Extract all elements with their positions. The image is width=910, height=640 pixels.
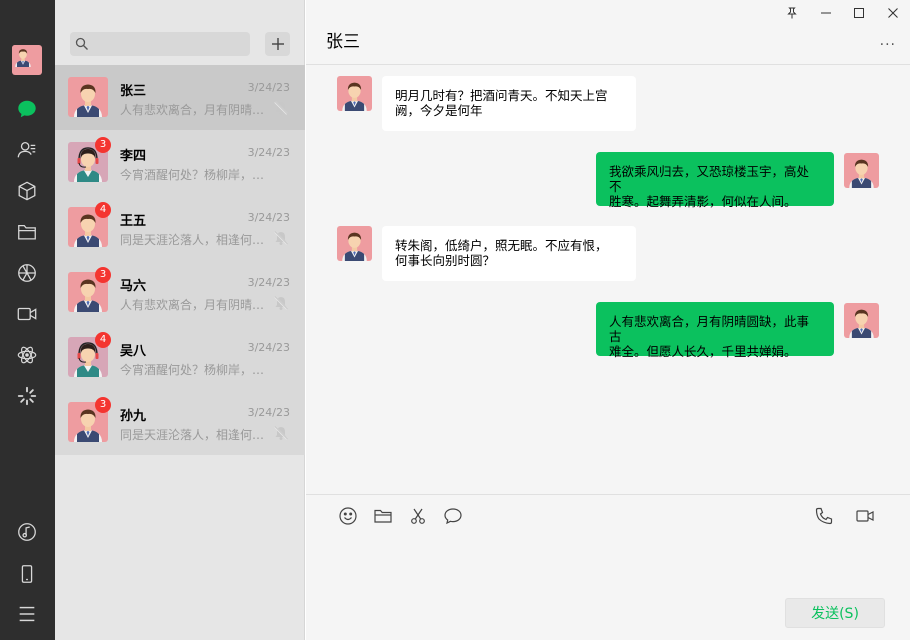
mute-icon (273, 295, 289, 311)
unread-badge: 4 (95, 202, 111, 218)
maximize-icon[interactable] (850, 4, 868, 22)
music-icon[interactable] (15, 520, 39, 544)
message-incoming: 明月几时有？把酒问青天。不知天上宫 阙，今夕是何年 (306, 66, 910, 136)
message-bubble: 我欲乘风归去，又恐琼楼玉宇，高处不 胜寒。起舞弄清影，何似在人间。 (596, 152, 834, 209)
message-line: 我欲乘风归去，又恐琼楼玉宇，高处不 (609, 164, 810, 194)
message-preview: 同是天涯沦落人，相逢何… (120, 233, 265, 247)
unread-badge: 4 (95, 332, 111, 348)
avatar (844, 153, 879, 188)
chat-header: 张三 ... (306, 0, 910, 65)
search-input[interactable] (92, 34, 242, 54)
scissors-icon[interactable] (407, 505, 429, 527)
message-time: 3/24/23 (247, 146, 290, 159)
search-icon (75, 37, 88, 50)
message-line: 转朱阁，低绮户，照无眠。不应有恨， (395, 238, 608, 253)
message-bubble: 人有悲欢离合，月有阴晴圆缺，此事古 难全。但愿人长久，千里共婵娟。 (596, 302, 834, 359)
contact-name: 吴八 (120, 344, 147, 359)
search-bar[interactable] (70, 32, 250, 56)
pin-icon[interactable] (783, 4, 801, 22)
conversation-list: 张三 3/24/23 人有悲欢离合，月有阴晴… 3 李四 3/24/23 今宵酒… (55, 65, 305, 455)
emoji-icon[interactable] (337, 505, 359, 527)
conversation-list-panel: 张三 3/24/23 人有悲欢离合，月有阴晴… 3 李四 3/24/23 今宵酒… (55, 0, 305, 640)
phone-icon[interactable] (15, 562, 39, 586)
user-avatar[interactable] (12, 45, 42, 75)
atom-icon[interactable] (15, 343, 39, 367)
video-call-icon[interactable] (854, 505, 876, 527)
message-preview: 人有悲欢离合，月有阴晴… (120, 103, 265, 117)
contact-name: 李四 (120, 149, 147, 164)
conversation-item[interactable]: 4 王五 3/24/23 同是天涯沦落人，相逢何… (55, 195, 305, 260)
message-input[interactable] (326, 537, 890, 592)
message-line: 明月几时有？把酒问青天。不知天上宫 (395, 88, 608, 103)
minimize-icon[interactable] (817, 4, 835, 22)
message-preview: 今宵酒醒何处？杨柳岸，… (120, 363, 265, 377)
folder-icon[interactable] (372, 505, 394, 527)
message-outgoing: 人有悲欢离合，月有阴晴圆缺，此事古 难全。但愿人长久，千里共婵娟。 (306, 292, 910, 362)
add-button[interactable] (265, 32, 290, 56)
message-outgoing: 我欲乘风归去，又恐琼楼玉宇，高处不 胜寒。起舞弄清影，何似在人间。 (306, 142, 910, 212)
message-time: 3/24/23 (247, 341, 290, 354)
folder-icon[interactable] (15, 220, 39, 244)
icon-sidebar (0, 0, 55, 640)
loading-icon[interactable] (15, 384, 39, 408)
message-preview: 人有悲欢离合，月有阴晴… (120, 298, 265, 312)
message-line: 人有悲欢离合，月有阴晴圆缺，此事古 (609, 314, 810, 344)
mute-icon (273, 425, 289, 441)
unread-badge: 3 (95, 137, 111, 153)
chat-bubble-icon[interactable] (442, 505, 464, 527)
message-line: 胜寒。起舞弄清影，何似在人间。 (609, 194, 797, 209)
box-icon[interactable] (15, 179, 39, 203)
unread-badge: 3 (95, 397, 111, 413)
send-button[interactable]: 发送(S) (785, 598, 885, 628)
contact-name: 王五 (120, 214, 147, 229)
message-line: 难全。但愿人长久，千里共婵娟。 (609, 344, 797, 359)
contact-name: 孙九 (120, 409, 147, 424)
message-line: 阙，今夕是何年 (395, 103, 483, 118)
plus-icon (271, 38, 284, 50)
avatar (68, 77, 108, 117)
message-incoming: 转朱阁，低绮户，照无眠。不应有恨， 何事长向别时圆？ (306, 216, 910, 286)
close-icon[interactable] (884, 4, 902, 22)
contact-name: 张三 (120, 84, 147, 99)
avatar (844, 303, 879, 338)
mute-icon (273, 100, 289, 116)
chat-title: 张三 (326, 32, 360, 52)
contacts-icon[interactable] (15, 138, 39, 162)
phone-call-icon[interactable] (813, 505, 835, 527)
message-area: 明月几时有？把酒问青天。不知天上宫 阙，今夕是何年 我欲乘风归去，又恐琼楼玉宇，… (306, 66, 910, 494)
unread-badge: 3 (95, 267, 111, 283)
message-bubble: 明月几时有？把酒问青天。不知天上宫 阙，今夕是何年 (382, 76, 636, 131)
contact-name: 马六 (120, 279, 147, 294)
message-time: 3/24/23 (247, 406, 290, 419)
message-time: 3/24/23 (247, 211, 290, 224)
message-line: 何事长向别时圆？ (395, 253, 496, 268)
message-composer: 发送(S) (306, 494, 910, 640)
chat-panel: 张三 ... 明月几时有？把酒问青天。不知天上宫 阙，今夕是何年 我欲乘风归去，… (306, 0, 910, 640)
message-preview: 同是天涯沦落人，相逢何… (120, 428, 265, 442)
mute-icon (273, 230, 289, 246)
message-bubble: 转朱阁，低绮户，照无眠。不应有恨， 何事长向别时圆？ (382, 226, 636, 281)
video-icon[interactable] (15, 302, 39, 326)
conversation-item[interactable]: 3 李四 3/24/23 今宵酒醒何处？杨柳岸，… (55, 130, 305, 195)
avatar (337, 226, 372, 261)
more-options-button[interactable]: ... (880, 33, 896, 49)
conversation-item[interactable]: 张三 3/24/23 人有悲欢离合，月有阴晴… (55, 65, 305, 130)
avatar (337, 76, 372, 111)
menu-icon[interactable] (15, 602, 39, 626)
message-preview: 今宵酒醒何处？杨柳岸，… (120, 168, 265, 182)
moments-icon[interactable] (15, 261, 39, 285)
conversation-item[interactable]: 3 马六 3/24/23 人有悲欢离合，月有阴晴… (55, 260, 305, 325)
conversation-item[interactable]: 3 孙九 3/24/23 同是天涯沦落人，相逢何… (55, 390, 305, 455)
message-time: 3/24/23 (247, 81, 290, 94)
chat-icon[interactable] (15, 97, 39, 121)
message-time: 3/24/23 (247, 276, 290, 289)
conversation-item[interactable]: 4 吴八 3/24/23 今宵酒醒何处？杨柳岸，… (55, 325, 305, 390)
